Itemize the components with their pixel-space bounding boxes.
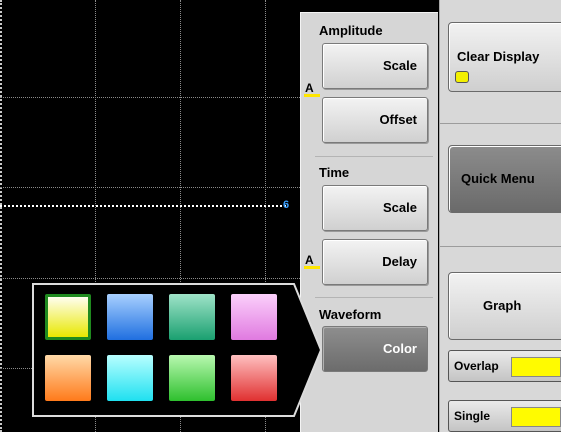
clear-display-button[interactable]: Clear Display [448, 22, 561, 92]
color-swatch-pink[interactable] [231, 294, 277, 340]
grid-line [0, 278, 300, 279]
time-scale-button[interactable]: Scale [322, 185, 428, 231]
quick-menu-button[interactable]: Quick Menu [448, 145, 561, 213]
waveform-color-button[interactable]: Color [322, 326, 428, 372]
time-label: Time [319, 165, 350, 180]
waveform-trace [0, 205, 286, 207]
color-picker-popup [32, 283, 322, 417]
amplitude-link-marker: A [305, 81, 314, 95]
group-separator [315, 297, 433, 298]
panel-separator [440, 123, 561, 124]
amplitude-scale-button[interactable]: Scale [322, 43, 428, 89]
channel-marker: 6 [283, 199, 290, 211]
clear-display-indicator [455, 71, 469, 83]
group-separator [315, 156, 433, 157]
waveform-label: Waveform [319, 307, 382, 322]
grid-line [0, 97, 300, 98]
color-swatch-cyan[interactable] [107, 355, 153, 401]
color-swatch-red[interactable] [231, 355, 277, 401]
color-swatch-orange[interactable] [45, 355, 91, 401]
grid-line [0, 187, 300, 188]
amplitude-offset-button[interactable]: Offset [322, 97, 428, 143]
overlap-button[interactable]: Overlap [448, 350, 561, 382]
time-link-marker: A [305, 253, 314, 267]
time-link-indicator [304, 266, 320, 269]
amplitude-link-indicator [304, 94, 320, 97]
color-swatch-teal-green[interactable] [169, 294, 215, 340]
color-swatch-green[interactable] [169, 355, 215, 401]
panel-separator [440, 246, 561, 247]
right-softkey-panel: Clear Display Quick Menu Graph Overlap S… [439, 0, 561, 432]
overlap-label: Overlap [454, 359, 499, 373]
time-delay-button[interactable]: Delay [322, 239, 428, 285]
color-swatch-blue[interactable] [107, 294, 153, 340]
clear-display-label: Clear Display [457, 49, 540, 64]
amplitude-label: Amplitude [319, 23, 383, 38]
eye-pattern-icon [511, 407, 561, 427]
color-swatch-yellow[interactable] [45, 294, 91, 340]
single-button[interactable]: Single [448, 400, 561, 432]
single-label: Single [454, 409, 491, 423]
eye-pattern-icon [511, 357, 561, 377]
graph-button[interactable]: Graph [448, 272, 561, 340]
